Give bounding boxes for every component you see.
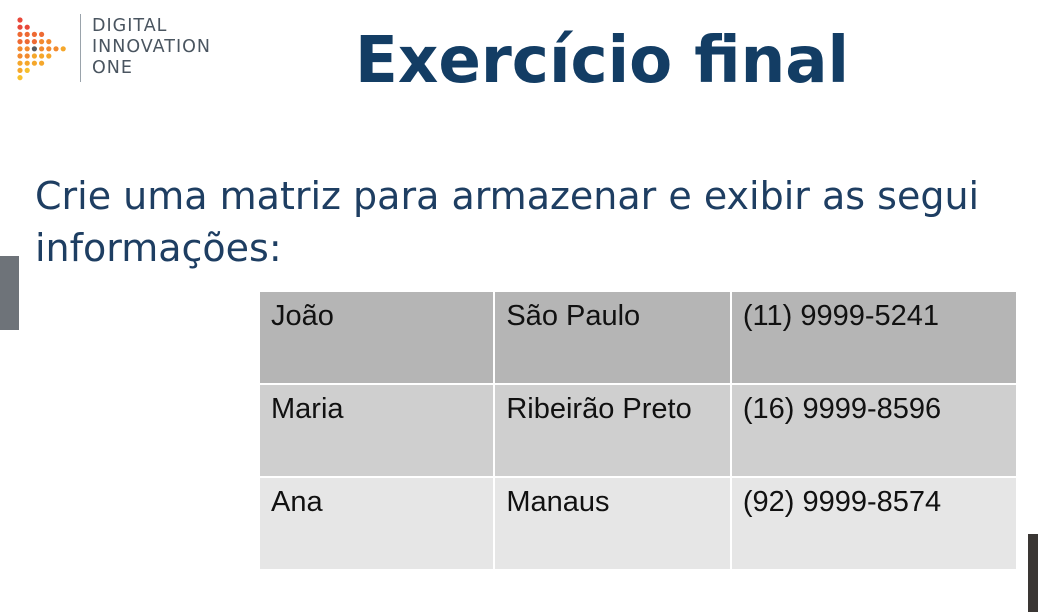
city-cell: São Paulo [493,290,732,385]
phone-cell: (11) 9999-5241 [729,290,1019,385]
table-row: Ana Manaus (92) 9999-8574 [257,476,1019,571]
city-cell: Ribeirão Preto [493,383,732,478]
slide-title: Exercício final [166,22,1038,100]
prompt-line-2: informações: [35,226,282,270]
right-edge-overlay [1028,534,1038,612]
table-row: João São Paulo (11) 9999-5241 [257,290,1019,385]
phone-cell: (92) 9999-8574 [729,476,1019,571]
exercise-prompt: Crie uma matriz para armazenar e exibir … [35,170,1038,274]
logo-divider [80,14,81,82]
name-cell: Maria [257,383,496,478]
phone-cell: (16) 9999-8596 [729,383,1019,478]
name-cell: João [257,290,496,385]
dio-logo-icon [17,17,66,81]
prompt-line-1: Crie uma matriz para armazenar e exibir … [35,174,980,218]
contacts-table: João São Paulo (11) 9999-5241 Maria Ribe… [257,290,1019,571]
city-cell: Manaus [493,476,732,571]
slide-title-text: Exercício final [354,24,850,98]
left-edge-tab [0,256,19,330]
name-cell: Ana [257,476,496,571]
table-row: Maria Ribeirão Preto (16) 9999-8596 [257,383,1019,478]
